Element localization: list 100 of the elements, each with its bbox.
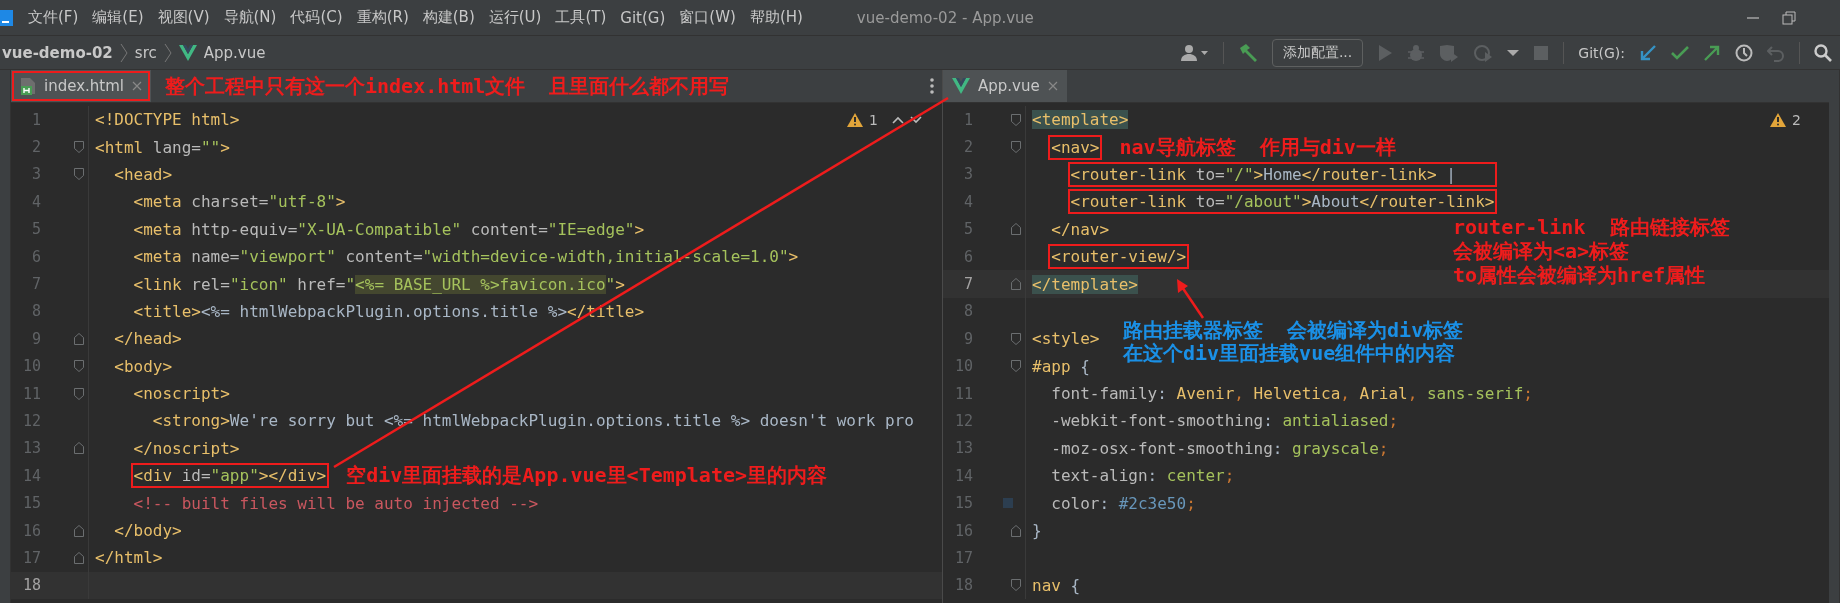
breadcrumb[interactable]: vue-demo-02	[2, 43, 113, 62]
code-line: -moz-osx-font-smoothing: grayscale;	[1050, 437, 1390, 460]
vue-logo-icon	[952, 78, 970, 94]
annotation-text: 空div里面挂载的是App.vue里<Template>里的内容	[346, 462, 828, 490]
shield-run-icon[interactable]	[1439, 43, 1460, 62]
line-number: 14	[21, 466, 41, 485]
fold-marker-icon[interactable]	[74, 442, 84, 455]
code-line: }	[1031, 520, 1043, 543]
arrow-down-left-icon[interactable]	[1639, 43, 1657, 62]
warning-icon[interactable]	[1770, 113, 1787, 127]
menu-item[interactable]: 重构(R)	[356, 8, 409, 27]
editor-tab[interactable]: App.vue	[943, 70, 1067, 102]
line-number: 1	[962, 110, 973, 129]
clock-icon[interactable]	[1735, 43, 1753, 62]
line-number: 9	[962, 329, 973, 348]
line-number: 6	[30, 247, 41, 266]
search-icon[interactable]	[1814, 43, 1832, 62]
warning-icon[interactable]	[847, 113, 864, 127]
more-vertical-icon[interactable]	[930, 78, 934, 94]
line-number: 12	[21, 412, 41, 430]
menu-item[interactable]: 导航(N)	[223, 8, 277, 27]
undo-icon[interactable]	[1767, 43, 1785, 62]
code-line: <meta charset="utf-8">	[132, 191, 347, 214]
fold-marker-icon[interactable]	[1011, 113, 1021, 126]
line-number: 3	[962, 165, 973, 184]
code-line: #app {	[1031, 355, 1091, 378]
chevron-down-icon[interactable]	[910, 116, 922, 124]
code-line: <style>	[1031, 328, 1101, 351]
code-line: <router-link to="/">Home</router-link> |	[1028, 160, 1501, 189]
fold-marker-icon[interactable]	[74, 387, 84, 400]
chevron-icon	[163, 42, 172, 63]
fold-marker-icon[interactable]	[1011, 141, 1021, 154]
fold-marker-icon[interactable]	[1011, 360, 1021, 373]
run-icon[interactable]	[1377, 43, 1394, 62]
line-number: 8	[962, 302, 973, 321]
line-number: 11	[21, 384, 41, 403]
fold-marker-icon[interactable]	[1011, 524, 1021, 537]
menu-item[interactable]: Git(G)	[620, 8, 666, 27]
vue-logo-icon	[178, 44, 197, 61]
fold-marker-icon[interactable]	[1011, 579, 1021, 592]
fold-marker-icon[interactable]	[74, 168, 84, 181]
menu-item[interactable]: 帮助(H)	[749, 8, 803, 27]
menu-item[interactable]: 代码(C)	[290, 8, 343, 27]
menu-item[interactable]: 工具(T)	[555, 8, 607, 27]
app-logo-icon	[0, 7, 14, 28]
fold-marker-icon[interactable]	[1011, 223, 1021, 236]
fold-marker-icon[interactable]	[74, 360, 84, 373]
menu-item[interactable]: 文件(F)	[28, 8, 79, 27]
code-line: </nav>	[1050, 218, 1111, 241]
line-number: 2	[30, 138, 41, 157]
close-icon[interactable]	[1047, 81, 1058, 91]
line-number: 4	[30, 192, 41, 211]
line-number: 7	[30, 275, 41, 294]
hammer-icon[interactable]	[1237, 42, 1258, 63]
menu-item[interactable]: 视图(V)	[157, 8, 210, 27]
bug-icon[interactable]	[1407, 43, 1426, 62]
html-file-icon	[20, 77, 36, 95]
line-number: 15	[21, 494, 41, 513]
code-line: <head>	[113, 163, 174, 186]
warning-count[interactable]: 2	[1792, 112, 1801, 128]
menu-item[interactable]: 构建(B)	[422, 8, 475, 27]
add-configuration-button[interactable]: 添加配置...	[1271, 38, 1364, 67]
window-title: vue-demo-02 - App.vue	[856, 8, 1034, 27]
breadcrumb[interactable]: src	[134, 43, 157, 62]
line-number: 18	[953, 576, 973, 595]
fold-marker-icon[interactable]	[74, 332, 84, 345]
fold-marker-icon[interactable]	[74, 141, 84, 154]
line-number: 10	[21, 357, 41, 376]
annotation-text: 整个工程中只有这一个index.html文件 且里面什么都不用写	[165, 72, 730, 100]
annotation-text: 在这个div里面挂载vue组件中的内容	[1123, 342, 1457, 365]
close-icon[interactable]	[132, 81, 142, 91]
fold-marker-icon[interactable]	[74, 551, 84, 564]
restore-icon[interactable]	[1782, 10, 1796, 25]
annotation-text: 会被编译为<a>标签	[1453, 239, 1631, 263]
warning-count[interactable]: 1	[869, 112, 878, 128]
menu-item[interactable]: 运行(U)	[488, 8, 542, 27]
chevron-icon	[119, 42, 128, 63]
line-number: 14	[953, 466, 973, 485]
editor-tab[interactable]: index.html	[11, 70, 151, 102]
chevron-up-icon[interactable]	[892, 116, 904, 124]
arrow-up-right-icon[interactable]	[1703, 43, 1721, 62]
fold-marker-icon[interactable]	[1011, 278, 1021, 291]
fold-marker-icon[interactable]	[1011, 332, 1021, 345]
line-number: 17	[953, 548, 973, 567]
line-number: 16	[953, 521, 973, 540]
stop-icon[interactable]	[1533, 44, 1550, 61]
annotation-text: 路由挂载器标签 会被编译为div标签	[1123, 319, 1464, 342]
menu-item[interactable]: 窗口(W)	[679, 8, 736, 27]
breadcrumb[interactable]: App.vue	[203, 43, 266, 62]
user-icon[interactable]	[1180, 43, 1209, 62]
caret-icon[interactable]	[1507, 48, 1520, 57]
line-number: 8	[30, 302, 41, 321]
checkmark-icon[interactable]	[1671, 43, 1689, 62]
code-line: nav {	[1031, 574, 1082, 597]
fold-marker-icon[interactable]	[74, 524, 84, 537]
code-line: </noscript>	[132, 437, 241, 460]
gauge-run-icon[interactable]	[1473, 43, 1494, 62]
code-line: <html lang="">	[94, 136, 231, 159]
menu-item[interactable]: 编辑(E)	[92, 8, 144, 27]
line-number: 5	[30, 220, 41, 239]
